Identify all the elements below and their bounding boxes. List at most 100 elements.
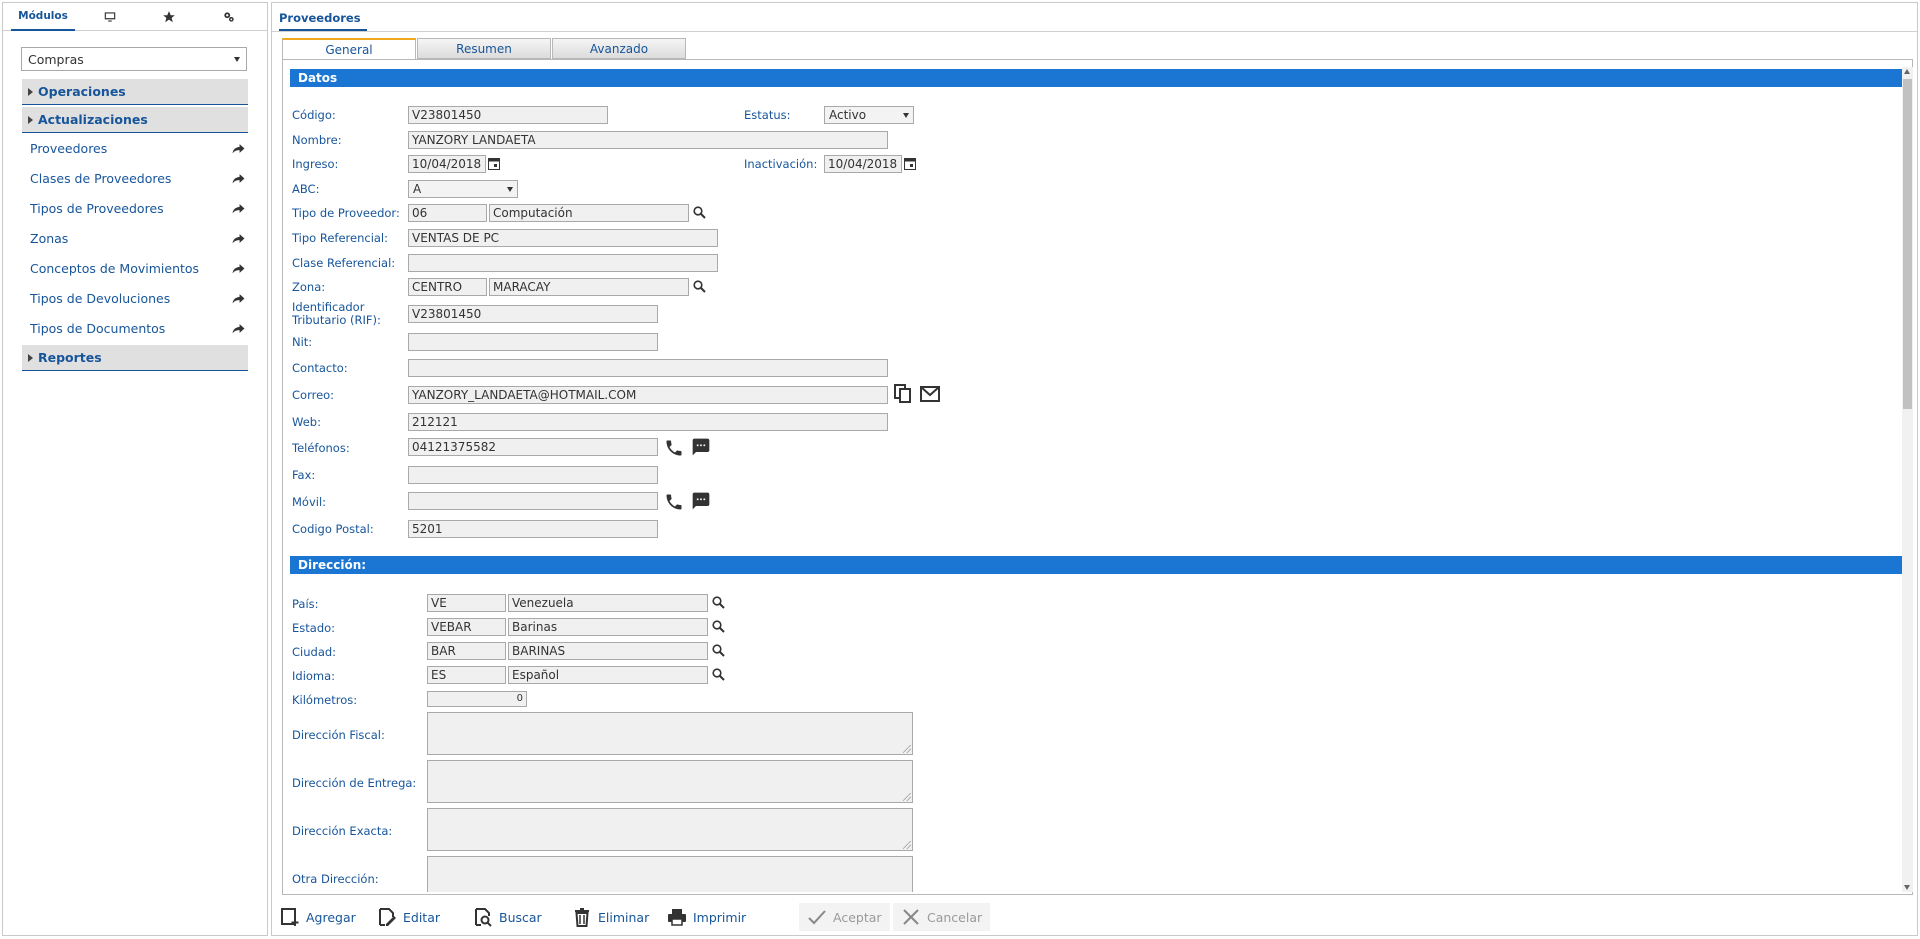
rif-field[interactable]: V23801450: [408, 305, 658, 323]
resize-grip-icon[interactable]: [903, 793, 911, 801]
label-direccion-fiscal: Dirección Fiscal:: [292, 728, 385, 742]
subtab-avanzado[interactable]: Avanzado: [552, 38, 686, 59]
search-icon[interactable]: [693, 206, 706, 219]
caret-right-icon: [28, 354, 33, 362]
cancelar-button[interactable]: Cancelar: [893, 903, 991, 931]
printer-icon: [668, 909, 686, 926]
eliminar-button[interactable]: Eliminar: [572, 903, 649, 931]
calendar-icon[interactable]: [488, 157, 500, 170]
direccion-fiscal-textarea[interactable]: [427, 712, 913, 755]
resize-grip-icon[interactable]: [903, 745, 911, 753]
sidebar-item-label: Tipos de Devoluciones: [30, 290, 171, 306]
subtab-resumen[interactable]: Resumen: [417, 38, 551, 59]
section-actualizaciones[interactable]: Actualizaciones: [22, 107, 248, 133]
tipo-proveedor-code-field[interactable]: 06: [408, 204, 487, 222]
web-field[interactable]: 212121: [408, 413, 888, 431]
chat-icon[interactable]: [691, 491, 711, 511]
aceptar-button[interactable]: Aceptar: [799, 903, 890, 931]
imprimir-button[interactable]: Imprimir: [667, 903, 746, 931]
sidebar-item-tipos-proveedores[interactable]: Tipos de Proveedores: [30, 198, 245, 218]
scrollbar-thumb[interactable]: [1903, 79, 1912, 409]
sidebar-item-label: Clases de Proveedores: [30, 170, 172, 186]
nombre-field[interactable]: YANZORY LANDAETA: [408, 131, 888, 149]
section-operaciones[interactable]: Operaciones: [22, 79, 248, 105]
phone-icon[interactable]: [664, 492, 684, 512]
edit-document-icon: [379, 908, 396, 926]
label-tipo-referencial: Tipo Referencial:: [292, 231, 389, 245]
otra-direccion-textarea[interactable]: [427, 856, 913, 892]
label-inactivacion: Inactivación:: [744, 157, 818, 171]
scroll-down-icon[interactable]: [1904, 885, 1910, 890]
codigo-field[interactable]: V23801450: [408, 106, 608, 124]
direccion-entrega-textarea[interactable]: [427, 760, 913, 803]
dropdown-arrow-icon: [234, 56, 240, 62]
idioma-name-field[interactable]: Español: [508, 666, 708, 684]
label-ciudad: Ciudad:: [292, 645, 337, 659]
estado-name-field[interactable]: Barinas: [508, 618, 708, 636]
fax-field[interactable]: [408, 466, 658, 484]
module-select[interactable]: Compras: [21, 47, 247, 71]
tipo-proveedor-name-field[interactable]: Computación: [489, 204, 689, 222]
search-icon[interactable]: [712, 668, 725, 681]
search-icon[interactable]: [712, 644, 725, 657]
zona-code-field[interactable]: CENTRO: [408, 278, 487, 296]
mail-icon[interactable]: [920, 386, 940, 402]
star-icon[interactable]: [156, 3, 182, 31]
codigo-postal-field[interactable]: 5201: [408, 520, 658, 538]
chat-icon[interactable]: [691, 437, 711, 457]
estado-code-field[interactable]: VEBAR: [427, 618, 506, 636]
inactivacion-field[interactable]: 10/04/2018: [824, 155, 902, 173]
gears-icon[interactable]: [216, 3, 242, 31]
monitor-icon[interactable]: [97, 3, 123, 31]
ciudad-name-field[interactable]: BARINAS: [508, 642, 708, 660]
copy-icon[interactable]: [894, 384, 912, 404]
sidebar-item-tipos-devoluciones[interactable]: Tipos de Devoluciones: [30, 288, 245, 308]
label-web: Web:: [292, 415, 321, 429]
correo-field[interactable]: YANZORY_LANDAETA@HOTMAIL.COM: [408, 386, 888, 404]
agregar-button[interactable]: Agregar: [280, 903, 356, 931]
tab-proveedores[interactable]: Proveedores: [279, 8, 367, 31]
buscar-button[interactable]: Buscar: [473, 903, 542, 931]
tab-modulos[interactable]: Módulos: [11, 3, 75, 31]
pais-name-field[interactable]: Venezuela: [508, 594, 708, 612]
search-icon[interactable]: [693, 280, 706, 293]
trash-icon: [575, 908, 589, 927]
clase-referencial-field[interactable]: [408, 254, 718, 272]
abc-select[interactable]: A: [408, 180, 518, 198]
zona-name-field[interactable]: MARACAY: [489, 278, 689, 296]
sidebar-item-zonas[interactable]: Zonas: [30, 228, 245, 248]
form-scrollbar[interactable]: [1902, 67, 1913, 892]
pais-code-field[interactable]: VE: [427, 594, 506, 612]
label-nit: Nit:: [292, 335, 313, 349]
sidebar-item-conceptos-movimientos[interactable]: Conceptos de Movimientos: [30, 258, 245, 278]
section-reportes[interactable]: Reportes: [22, 345, 248, 371]
sidebar-item-clases-proveedores[interactable]: Clases de Proveedores: [30, 168, 245, 188]
movil-field[interactable]: [408, 492, 658, 510]
label-contacto: Contacto:: [292, 361, 348, 375]
telefonos-field[interactable]: 04121375582: [408, 438, 658, 456]
resize-grip-icon[interactable]: [903, 841, 911, 849]
kilometros-field[interactable]: 0: [427, 691, 527, 707]
scroll-up-icon[interactable]: [1904, 69, 1910, 74]
phone-icon[interactable]: [664, 438, 684, 458]
label-direccion-exacta: Dirección Exacta:: [292, 824, 393, 838]
dropdown-arrow-icon: [507, 186, 513, 192]
search-icon[interactable]: [712, 620, 725, 633]
sidebar-item-label: Tipos de Documentos: [30, 320, 166, 336]
subtab-general[interactable]: General: [282, 38, 416, 60]
tipo-referencial-field[interactable]: VENTAS DE PC: [408, 229, 718, 247]
calendar-icon[interactable]: [904, 157, 916, 170]
idioma-code-field[interactable]: ES: [427, 666, 506, 684]
search-icon[interactable]: [712, 596, 725, 609]
direccion-exacta-textarea[interactable]: [427, 808, 913, 851]
nit-field[interactable]: [408, 333, 658, 351]
sidebar-item-proveedores[interactable]: Proveedores: [30, 138, 245, 158]
ingreso-field[interactable]: 10/04/2018: [408, 155, 486, 173]
share-arrow-icon: [232, 323, 245, 333]
contacto-field[interactable]: [408, 359, 888, 377]
ciudad-code-field[interactable]: BAR: [427, 642, 506, 660]
estatus-select[interactable]: Activo: [824, 106, 914, 124]
section-reportes-label: Reportes: [38, 350, 102, 365]
editar-button[interactable]: Editar: [377, 903, 440, 931]
sidebar-item-tipos-documentos[interactable]: Tipos de Documentos: [30, 318, 245, 338]
